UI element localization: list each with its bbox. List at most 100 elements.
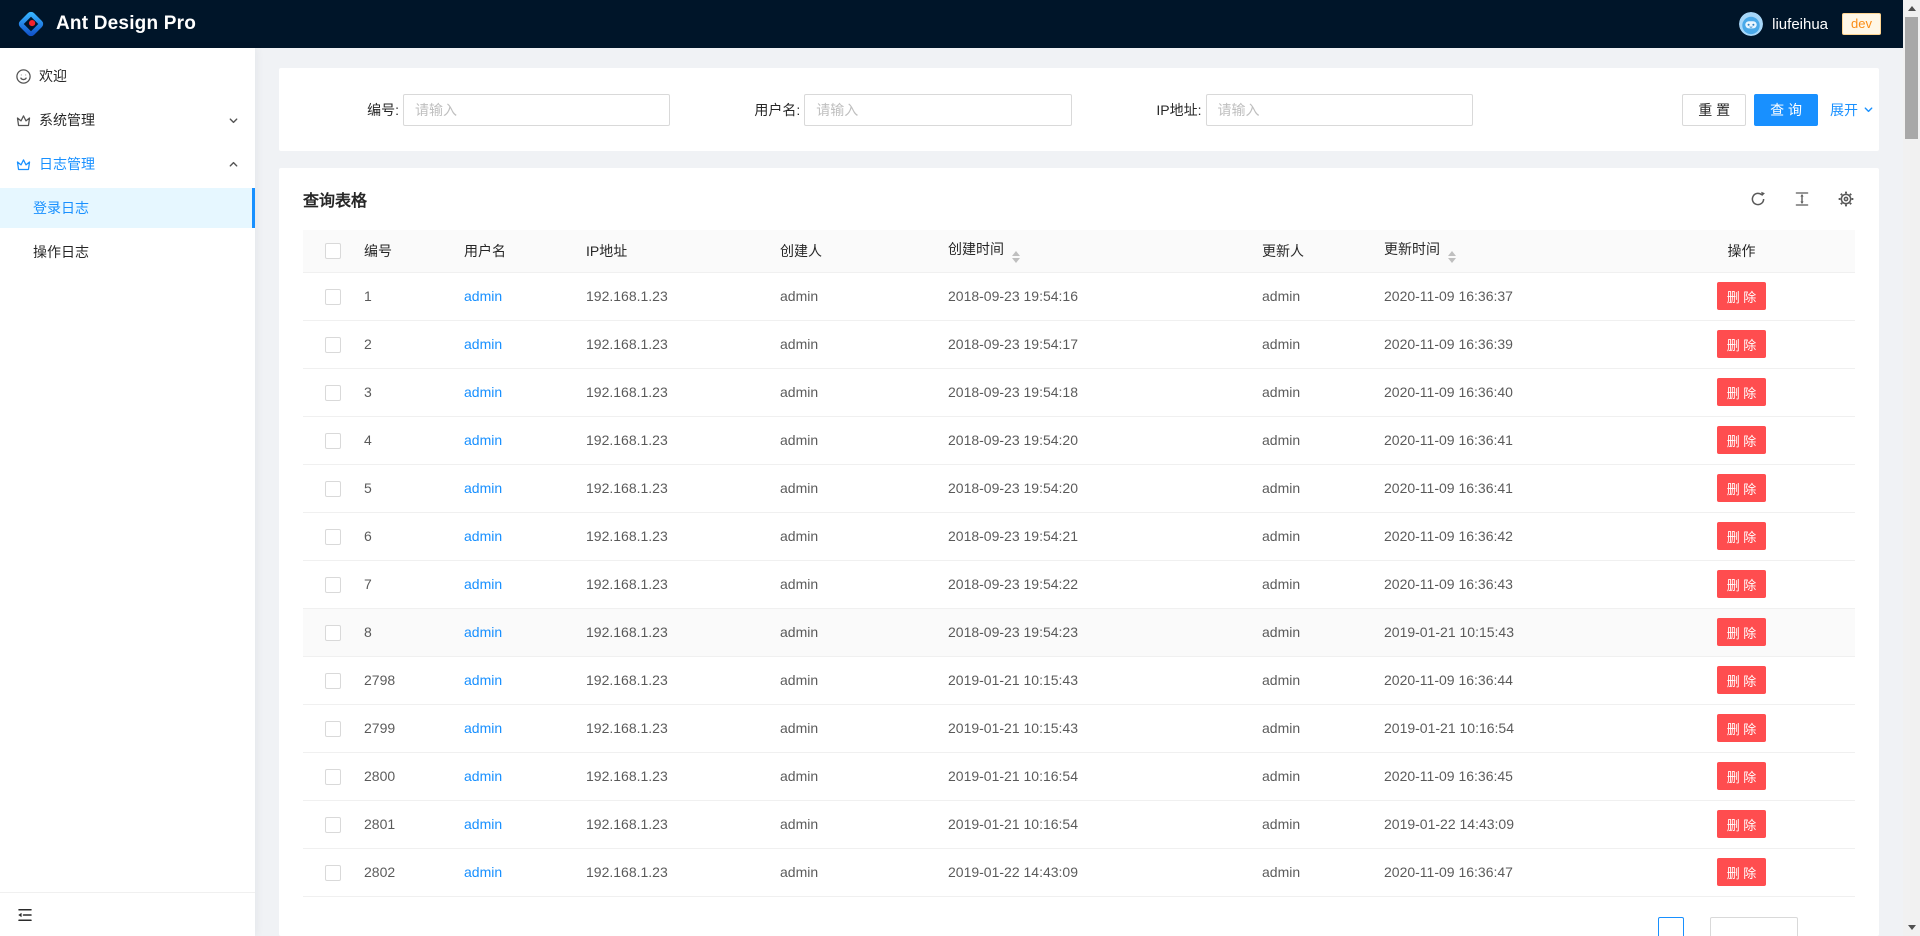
main-content: 编号: 用户名: IP地址: 重 置 查 询 展开	[255, 48, 1903, 936]
cell-ip: 192.168.1.23	[578, 320, 772, 368]
cell-updater: admin	[1254, 272, 1376, 320]
user-name[interactable]: liufeihua	[1772, 16, 1828, 33]
delete-button[interactable]: 删 除	[1717, 666, 1767, 694]
delete-button[interactable]: 删 除	[1717, 618, 1767, 646]
cell-ip: 192.168.1.23	[578, 512, 772, 560]
cell-create-time: 2018-09-23 19:54:16	[940, 272, 1254, 320]
cell-updater: admin	[1254, 752, 1376, 800]
username-link[interactable]: admin	[464, 432, 502, 448]
delete-button[interactable]: 删 除	[1717, 570, 1767, 598]
cell-update-time: 2020-11-09 16:36:43	[1376, 560, 1628, 608]
pagination-size-select[interactable]	[1710, 917, 1798, 936]
delete-button[interactable]: 删 除	[1717, 426, 1767, 454]
table-title: 查询表格	[303, 187, 367, 211]
logo[interactable]: Ant Design Pro	[16, 9, 196, 39]
row-checkbox[interactable]	[325, 673, 341, 689]
row-checkbox[interactable]	[325, 385, 341, 401]
delete-button[interactable]: 删 除	[1717, 522, 1767, 550]
username-link[interactable]: admin	[464, 480, 502, 496]
toolbar-icons	[1749, 190, 1855, 208]
cell-ip: 192.168.1.23	[578, 272, 772, 320]
cell-update-time: 2020-11-09 16:36:44	[1376, 656, 1628, 704]
scrollbar-thumb[interactable]	[1905, 17, 1918, 139]
row-checkbox[interactable]	[325, 481, 341, 497]
row-checkbox[interactable]	[325, 769, 341, 785]
settings-icon[interactable]	[1837, 190, 1855, 208]
row-checkbox[interactable]	[325, 721, 341, 737]
delete-button[interactable]: 删 除	[1717, 762, 1767, 790]
cell-create-time: 2018-09-23 19:54:20	[940, 416, 1254, 464]
sidebar-item-login-log[interactable]: 登录日志	[0, 188, 255, 228]
sidebar-item-system[interactable]: 系统管理	[0, 100, 255, 140]
username-link[interactable]: admin	[464, 672, 502, 688]
sorter-icon[interactable]	[1448, 251, 1456, 263]
expand-link[interactable]: 展开	[1830, 100, 1874, 120]
cell-create-time: 2018-09-23 19:54:21	[940, 512, 1254, 560]
delete-button[interactable]: 删 除	[1717, 474, 1767, 502]
page-scrollbar[interactable]	[1903, 0, 1920, 936]
scrollbar-down-arrow[interactable]	[1903, 919, 1920, 936]
row-checkbox[interactable]	[325, 337, 341, 353]
cell-update-time: 2020-11-09 16:36:42	[1376, 512, 1628, 560]
reload-icon[interactable]	[1749, 190, 1767, 208]
username-link[interactable]: admin	[464, 768, 502, 784]
column-header-label: 操作	[1728, 243, 1756, 259]
delete-button[interactable]: 删 除	[1717, 330, 1767, 358]
sidebar-item-log[interactable]: 日志管理	[0, 144, 255, 184]
username-link[interactable]: admin	[464, 336, 502, 352]
cell-create-time: 2018-09-23 19:54:20	[940, 464, 1254, 512]
sidebar-item-label: 日志管理	[39, 154, 95, 174]
row-checkbox[interactable]	[325, 289, 341, 305]
row-checkbox[interactable]	[325, 865, 341, 881]
username-link[interactable]: admin	[464, 528, 502, 544]
scrollbar-up-arrow[interactable]	[1903, 0, 1920, 17]
avatar[interactable]	[1739, 12, 1763, 36]
row-checkbox[interactable]	[325, 577, 341, 593]
ip-input[interactable]	[1206, 94, 1473, 126]
delete-button[interactable]: 删 除	[1717, 810, 1767, 838]
search-field-ip: IP地址:	[1082, 94, 1483, 126]
id-input[interactable]	[403, 94, 670, 126]
username-link[interactable]: admin	[464, 288, 502, 304]
cell-create-time: 2019-01-21 10:16:54	[940, 752, 1254, 800]
row-checkbox[interactable]	[325, 817, 341, 833]
table-row: 8 admin 192.168.1.23 admin 2018-09-23 19…	[303, 608, 1855, 656]
delete-button[interactable]: 删 除	[1717, 714, 1767, 742]
table-row: 2801 admin 192.168.1.23 admin 2019-01-21…	[303, 800, 1855, 848]
delete-button[interactable]: 删 除	[1717, 282, 1767, 310]
column-header-label: IP地址	[586, 243, 627, 259]
query-button[interactable]: 查 询	[1754, 94, 1818, 126]
cell-ip: 192.168.1.23	[578, 704, 772, 752]
username-link[interactable]: admin	[464, 816, 502, 832]
table-body: 1 admin 192.168.1.23 admin 2018-09-23 19…	[303, 272, 1855, 896]
cell-update-time: 2020-11-09 16:36:41	[1376, 416, 1628, 464]
crown-icon	[15, 112, 32, 129]
chevron-down-icon	[1863, 104, 1874, 115]
sorter-icon[interactable]	[1012, 251, 1020, 263]
cell-creator: admin	[772, 464, 940, 512]
username-link[interactable]: admin	[464, 384, 502, 400]
username-link[interactable]: admin	[464, 624, 502, 640]
sidebar-item-welcome[interactable]: 欢迎	[0, 56, 255, 96]
row-checkbox[interactable]	[325, 433, 341, 449]
sidebar-item-operation-log[interactable]: 操作日志	[0, 232, 255, 272]
cell-ip: 192.168.1.23	[578, 656, 772, 704]
select-all-checkbox[interactable]	[325, 243, 341, 259]
delete-button[interactable]: 删 除	[1717, 858, 1767, 886]
username-link[interactable]: admin	[464, 864, 502, 880]
pagination-current-page[interactable]	[1658, 917, 1684, 936]
reset-button[interactable]: 重 置	[1682, 94, 1746, 126]
cell-id: 2802	[356, 848, 456, 896]
cell-id: 8	[356, 608, 456, 656]
column-height-icon[interactable]	[1793, 190, 1811, 208]
row-checkbox[interactable]	[325, 625, 341, 641]
row-checkbox[interactable]	[325, 529, 341, 545]
username-input[interactable]	[804, 94, 1071, 126]
delete-button[interactable]: 删 除	[1717, 378, 1767, 406]
username-link[interactable]: admin	[464, 720, 502, 736]
menu-fold-icon[interactable]	[16, 906, 34, 924]
username-link[interactable]: admin	[464, 576, 502, 592]
column-header-update_time[interactable]: 更新时间	[1376, 230, 1628, 272]
search-field-username: 用户名:	[680, 94, 1081, 126]
column-header-create_time[interactable]: 创建时间	[940, 230, 1254, 272]
